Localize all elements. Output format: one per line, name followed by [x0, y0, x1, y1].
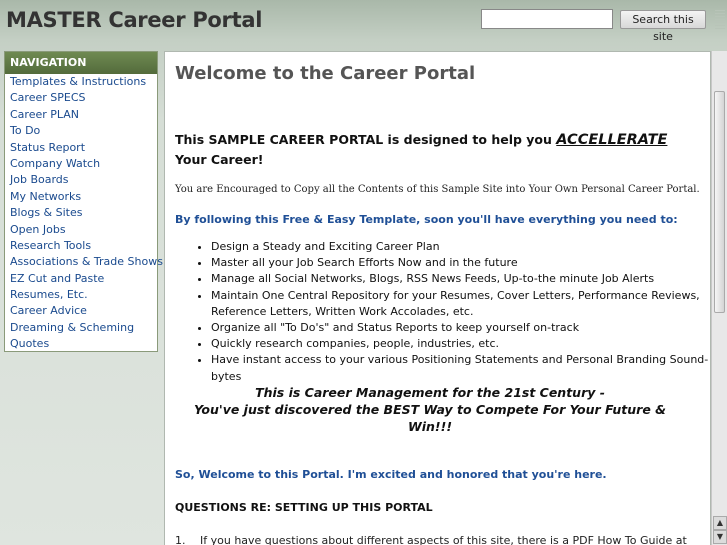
tagline-line-1: This is Career Management for the 21st C… — [255, 385, 605, 400]
nav-item-blogs-sites[interactable]: Blogs & Sites — [10, 205, 157, 221]
nav-item-research-tools[interactable]: Research Tools — [10, 238, 157, 254]
nav-item-resumes[interactable]: Resumes, Etc. — [10, 287, 157, 303]
encouraged-text: You are Encouraged to Copy all the Conte… — [175, 184, 700, 195]
navigation-sidebar: NAVIGATION Templates & Instructions Care… — [4, 51, 163, 353]
nav-item-career-specs[interactable]: Career SPECS — [10, 90, 157, 106]
question-item: 1. If you have questions about different … — [175, 534, 687, 545]
nav-item-career-advice[interactable]: Career Advice — [10, 303, 157, 319]
search-button[interactable]: Search this site — [620, 10, 706, 43]
list-item: Quickly research companies, people, indu… — [211, 336, 710, 352]
nav-item-templates[interactable]: Templates & Instructions — [10, 74, 157, 90]
nav-item-to-do[interactable]: To Do — [10, 123, 157, 139]
nav-item-quotes[interactable]: Quotes — [10, 336, 157, 352]
question-number: 1. — [175, 534, 186, 545]
scroll-up-arrow-icon[interactable]: ▲ — [713, 516, 727, 530]
nav-item-status-report[interactable]: Status Report — [10, 140, 157, 156]
navigation-list: Templates & Instructions Career SPECS Ca… — [5, 74, 163, 353]
main-content: Welcome to the Career Portal This SAMPLE… — [164, 51, 711, 545]
management-tagline: This is Career Management for the 21st C… — [175, 384, 685, 435]
nav-item-company-watch[interactable]: Company Watch — [10, 156, 157, 172]
nav-item-job-boards[interactable]: Job Boards — [10, 172, 157, 188]
site-title[interactable]: MASTER Career Portal — [6, 8, 262, 32]
questions-heading: QUESTIONS RE: SETTING UP THIS PORTAL — [175, 501, 433, 514]
search-input[interactable] — [481, 9, 613, 29]
scrollbar-thumb[interactable] — [714, 91, 725, 313]
following-text: By following this Free & Easy Template, … — [175, 213, 678, 226]
intro-accent: ACCELLERATE — [556, 132, 668, 148]
scroll-down-arrow-icon[interactable]: ▼ — [713, 530, 727, 544]
list-item: Design a Steady and Exciting Career Plan — [211, 239, 710, 255]
benefits-list: Design a Steady and Exciting Career Plan… — [193, 239, 710, 385]
nav-item-open-jobs[interactable]: Open Jobs — [10, 222, 157, 238]
list-item: Organize all "To Do's" and Status Report… — [211, 320, 710, 336]
grip-handle-icon — [715, 10, 725, 30]
list-item: Maintain One Central Repository for your… — [211, 288, 710, 320]
intro-after: Your Career! — [175, 152, 264, 167]
nav-item-ez-cut-paste[interactable]: EZ Cut and Paste — [10, 271, 157, 287]
welcome-text: So, Welcome to this Portal. I'm excited … — [175, 468, 607, 481]
nav-item-dreaming-scheming[interactable]: Dreaming & Scheming — [10, 320, 157, 336]
nav-item-associations[interactable]: Associations & Trade Shows — [10, 254, 163, 270]
page-heading: Welcome to the Career Portal — [175, 63, 476, 84]
intro-text: This SAMPLE CAREER PORTAL is designed to… — [175, 130, 675, 170]
tagline-line-2: You've just discovered the BEST Way to C… — [193, 402, 667, 434]
navigation-header: NAVIGATION — [5, 52, 157, 74]
question-text: If you have questions about different as… — [200, 534, 687, 545]
intro-before: This SAMPLE CAREER PORTAL is designed to… — [175, 132, 557, 147]
nav-item-career-plan[interactable]: Career PLAN — [10, 107, 157, 123]
nav-item-my-networks[interactable]: My Networks — [10, 189, 157, 205]
list-item: Manage all Social Networks, Blogs, RSS N… — [211, 271, 710, 287]
list-item: Have instant access to your various Posi… — [211, 352, 710, 384]
list-item: Master all your Job Search Efforts Now a… — [211, 255, 710, 271]
vertical-scrollbar[interactable]: ▲ ▼ — [711, 51, 727, 545]
